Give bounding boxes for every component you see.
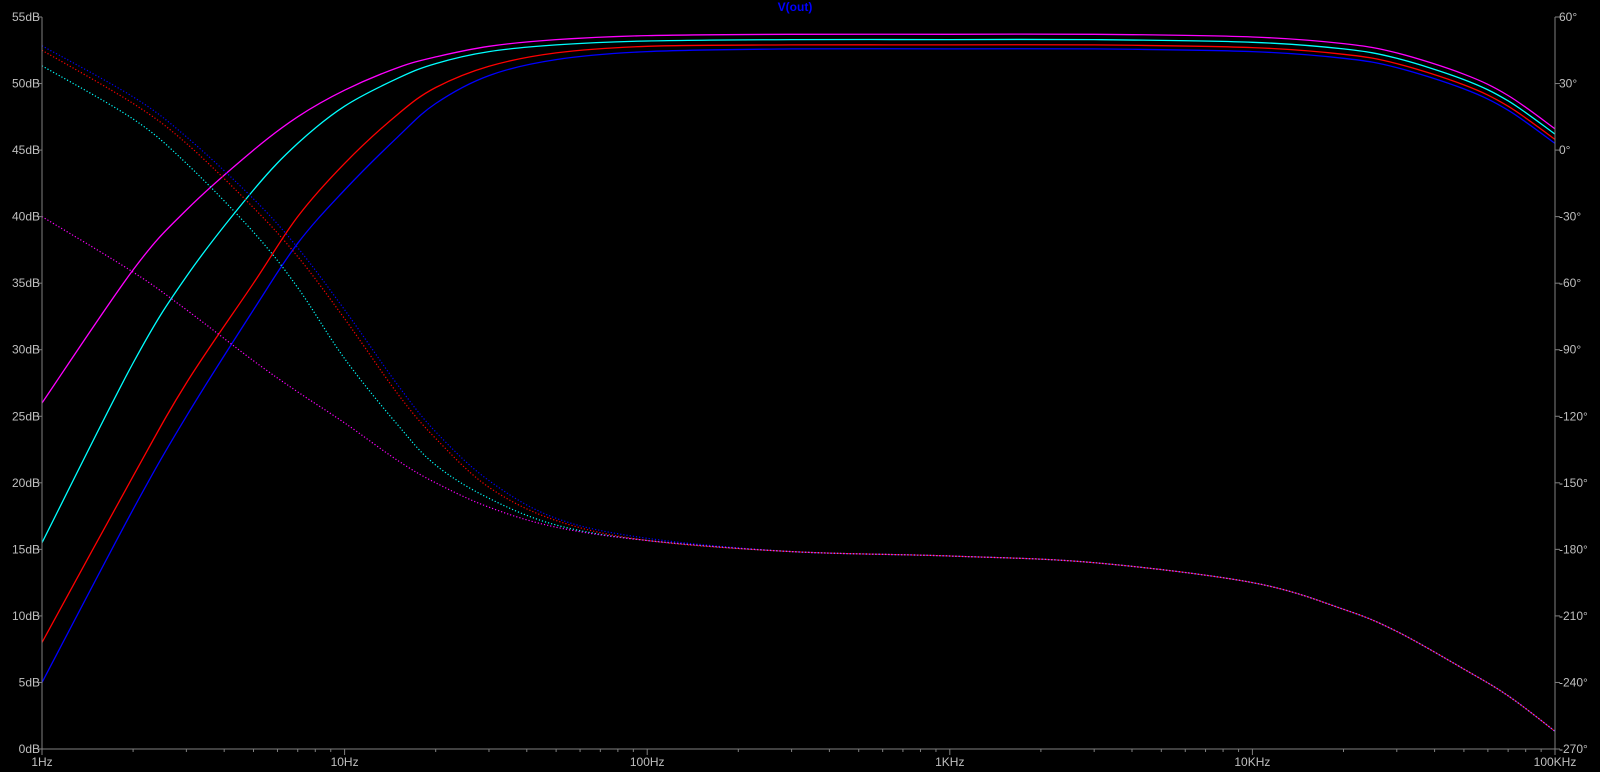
y-right-tick-label: -30°: [1559, 210, 1581, 224]
y-left-tick-label: 25dB: [12, 409, 40, 423]
y-right-tick-label: 60°: [1559, 10, 1577, 24]
y-left-tick-label: 35dB: [12, 276, 40, 290]
y-right-tick-label: -270°: [1559, 742, 1588, 756]
y-right-tick-label: -150°: [1559, 476, 1588, 490]
y-right-tick-label: -180°: [1559, 542, 1588, 556]
chart-title: V(out): [778, 0, 813, 14]
x-tick-label: 1Hz: [31, 755, 52, 769]
y-left-tick-label: 30dB: [12, 343, 40, 357]
x-tick-label: 10KHz: [1234, 755, 1270, 769]
x-tick-label: 10Hz: [331, 755, 359, 769]
y-right-tick-label: 0°: [1559, 143, 1571, 157]
y-right-tick-label: -90°: [1559, 343, 1581, 357]
plot-background: [0, 0, 1600, 772]
y-right-tick-label: -60°: [1559, 276, 1581, 290]
x-tick-label: 1KHz: [935, 755, 964, 769]
y-left-tick-label: 0dB: [19, 742, 40, 756]
x-tick-label: 100KHz: [1534, 755, 1577, 769]
y-right-tick-label: -210°: [1559, 609, 1588, 623]
y-right-tick-label: 30°: [1559, 77, 1577, 91]
y-left-tick-label: 15dB: [12, 542, 40, 556]
y-left-tick-label: 10dB: [12, 609, 40, 623]
y-left-tick-label: 5dB: [19, 675, 40, 689]
y-left-tick-label: 50dB: [12, 77, 40, 91]
y-left-tick-label: 20dB: [12, 476, 40, 490]
y-left-tick-label: 40dB: [12, 210, 40, 224]
bode-plot: V(out) 0dB 5dB 10dB 15dB 20dB 25dB 30dB 35dB 40d…: [0, 0, 1600, 772]
y-right-tick-label: -120°: [1559, 409, 1588, 423]
y-right-tick-label: -240°: [1559, 675, 1588, 689]
y-left-tick-label: 45dB: [12, 143, 40, 157]
x-tick-label: 100Hz: [630, 755, 665, 769]
y-left-tick-label: 55dB: [12, 10, 40, 24]
